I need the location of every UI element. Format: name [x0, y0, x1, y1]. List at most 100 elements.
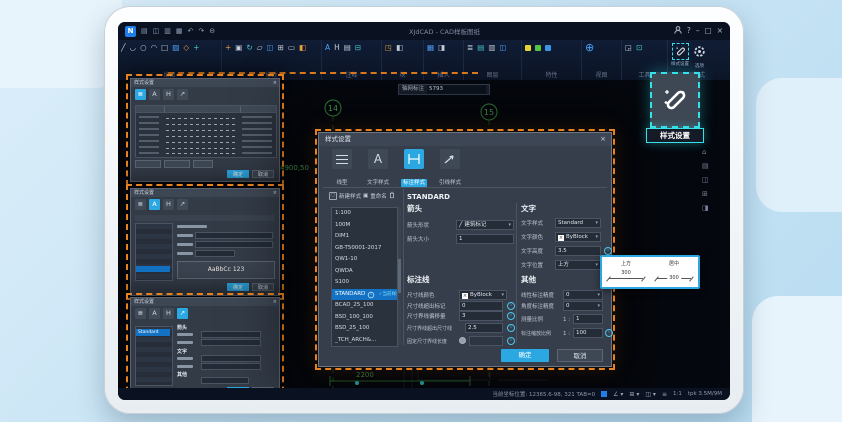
color-swatch-icon[interactable] [545, 45, 551, 51]
color-swatch-icon[interactable] [535, 45, 541, 51]
angular-precision-select[interactable]: 0 [563, 301, 603, 311]
list-item[interactable]: GB-T50001-2017 [332, 243, 397, 255]
print-icon[interactable]: ▦ [176, 28, 183, 35]
rotate-tool-icon[interactable]: ↻ [246, 43, 252, 52]
text-style-select[interactable] [201, 355, 261, 362]
list-item[interactable]: 1:100 [332, 208, 397, 220]
list-item[interactable]: _TCH_ARCH&... [332, 335, 397, 347]
style-settings-highlight[interactable] [650, 72, 700, 128]
color-swatch-icon[interactable] [525, 45, 531, 51]
linetype-table[interactable] [135, 105, 277, 158]
attach-icon[interactable]: ▦ [427, 43, 434, 52]
tab-text-style[interactable]: A [149, 199, 160, 210]
menu-icon[interactable]: ≡ [662, 391, 667, 398]
text-color-select[interactable]: ByBlock [555, 232, 601, 242]
other-input[interactable] [201, 377, 249, 384]
redo-icon[interactable]: ↷ [198, 28, 204, 35]
hatch-tool-icon[interactable]: ▨ [172, 43, 179, 52]
ok-button[interactable]: 确定 [227, 170, 249, 178]
gear-icon[interactable] [693, 43, 706, 62]
home-view-icon[interactable]: ⌂ [702, 148, 706, 156]
info-icon[interactable]: i [507, 312, 515, 320]
create-block-icon[interactable]: ◧ [396, 43, 403, 52]
list-item[interactable]: BSD_25_100 [332, 323, 397, 335]
polar-snap-icon[interactable]: ∠ ▾ [613, 391, 623, 398]
layers-panel-icon[interactable]: ▤ [702, 162, 709, 170]
polyline-tool-icon[interactable]: ◡ [130, 43, 137, 52]
command-value[interactable]: 5793 [427, 85, 486, 94]
tab-dim-style[interactable]: 标注样式 [397, 149, 431, 188]
user-icon[interactable] [674, 26, 682, 36]
tab-text-style[interactable]: A 文字样式 [361, 149, 395, 188]
arc-tool-icon[interactable]: ◠ [151, 43, 158, 52]
scale-tool-icon[interactable]: ◧ [299, 43, 306, 52]
tab-linetype[interactable]: ≣ [135, 308, 146, 319]
viewport-icon[interactable]: ⊕ [585, 43, 594, 52]
circle-tool-icon[interactable]: ○ [140, 43, 147, 52]
maximize-button[interactable]: □ [705, 27, 712, 35]
dimline-extend-input[interactable]: 0 [459, 301, 503, 311]
text-position-select[interactable]: 上方 [555, 260, 601, 270]
ok-button[interactable]: 确定 [227, 283, 249, 291]
minimize-button[interactable]: – [696, 27, 700, 35]
mirror-tool-icon[interactable]: ▱ [257, 43, 263, 52]
delete-linetype-button[interactable] [164, 160, 190, 168]
polygon-tool-icon[interactable]: ◇ [183, 43, 189, 52]
list-item[interactable]: S100 [332, 277, 397, 289]
layer-list-icon[interactable]: ≣ [467, 43, 473, 52]
line-tool-icon[interactable]: ╱ [121, 43, 126, 52]
arrow-select[interactable] [201, 331, 261, 338]
cancel-button[interactable]: 取消 [252, 283, 274, 291]
app-logo[interactable]: N [125, 26, 136, 37]
options-tool[interactable]: 选项 [693, 43, 706, 69]
tab-dim-style[interactable]: H [163, 199, 174, 210]
extline-offset-input[interactable]: 3 [459, 311, 503, 321]
list-item[interactable]: BSD_100_100 [332, 312, 397, 324]
ok-button[interactable]: 确定 [501, 349, 549, 362]
properties-panel-icon[interactable]: ◫ [702, 176, 709, 184]
text-height-input[interactable]: 3.5 [555, 246, 601, 256]
tab-leader-style[interactable]: ↗ [177, 199, 188, 210]
font-select[interactable] [195, 232, 273, 239]
text-tool-icon[interactable]: A [325, 43, 330, 52]
load-linetype-button[interactable] [135, 160, 161, 168]
point-tool-icon[interactable]: + [193, 43, 199, 52]
list-item[interactable]: 100M [332, 220, 397, 232]
list-item[interactable]: QWDA [332, 266, 397, 278]
open-file-icon[interactable]: ◫ [153, 28, 160, 35]
info-icon[interactable]: i [605, 329, 613, 337]
tab-leader-style[interactable]: ↗ [177, 89, 188, 100]
scrollbar[interactable] [398, 207, 401, 345]
tab-linetype[interactable]: ≣ [135, 199, 146, 210]
arrow-size-input[interactable]: 1 [456, 234, 514, 244]
text-style-select[interactable]: Standard [555, 218, 601, 228]
table-tool-icon[interactable]: ▤ [344, 43, 351, 52]
import-icon[interactable]: ◨ [438, 43, 445, 52]
dialog-titlebar[interactable]: 样式设置 × [319, 133, 611, 146]
selected-style-row[interactable]: Standard [136, 329, 170, 336]
current-color-swatch[interactable] [601, 391, 607, 397]
zoom-scale[interactable]: 1:1 [673, 391, 682, 397]
rectangle-tool-icon[interactable]: □ [161, 43, 168, 52]
info-icon[interactable]: i [368, 291, 374, 297]
delete-style-button[interactable] [389, 191, 395, 199]
cancel-button[interactable]: 取消 [557, 349, 603, 362]
grid-panel-icon[interactable]: ⊞ [702, 190, 708, 198]
selected-style-row[interactable] [136, 266, 170, 272]
tab-dim-style[interactable]: H [163, 89, 174, 100]
measure-scale-input[interactable]: 1 [573, 314, 603, 324]
arrow-shape-select[interactable]: 建筑标记 [456, 220, 514, 230]
extline-beyond-input[interactable]: 2.5 [465, 323, 503, 333]
dimline-color-select[interactable]: ByBlock [459, 290, 507, 300]
layer-iso-icon[interactable]: ◫ [499, 43, 506, 52]
close-icon[interactable]: × [273, 298, 277, 306]
list-item[interactable]: QW1-10 [332, 254, 397, 266]
save-icon[interactable]: ▥ [164, 28, 171, 35]
offset-tool-icon[interactable]: ◫ [266, 43, 273, 52]
move-tool-icon[interactable]: + [225, 43, 231, 52]
style-settings-tool[interactable]: 样式设置 [671, 43, 689, 69]
close-icon[interactable]: × [273, 79, 277, 87]
style-list[interactable]: 1:100 100M DIM1 GB-T50001-2017 QW1-10 QW… [331, 207, 398, 347]
tab-leader-style[interactable]: ↗ [177, 308, 188, 319]
tab-text-style[interactable]: A [149, 89, 160, 100]
